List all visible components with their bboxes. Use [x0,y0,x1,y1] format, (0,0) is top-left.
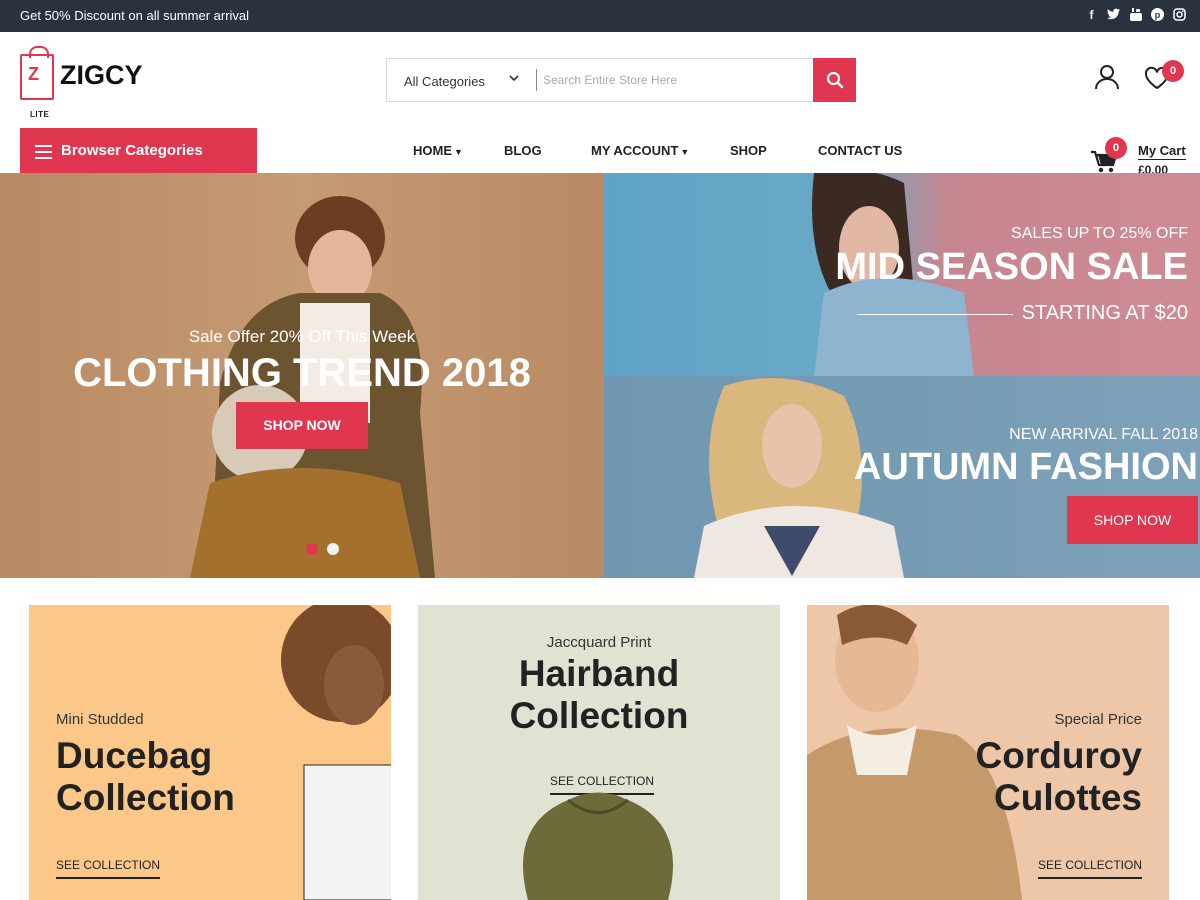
collection-title-line2: Collection [509,695,689,736]
nav-item-home[interactable]: HOME ▼ [413,143,463,158]
collection-title-line2: Collection [56,777,235,818]
nav-item-my-account[interactable]: MY ACCOUNT ▼ [591,143,689,158]
collection-model-image [281,605,391,900]
shopping-bag-logo-icon: Z [20,46,54,100]
promo-title: MID SEASON SALE [835,246,1188,288]
promo-tagline: STARTING AT $20 [1021,302,1188,324]
promo-divider [857,314,1013,315]
hamburger-menu-icon [35,145,52,163]
see-collection-link[interactable]: SEE COLLECTION [1037,858,1142,879]
search-button[interactable] [813,58,856,102]
collection-title: Ducebag Collection [56,735,235,819]
instagram-icon[interactable] [1173,8,1186,22]
see-collection-link[interactable]: SEE COLLECTION [56,858,161,879]
collection-card-hairband[interactable]: Jaccquard Print Hairband Collection SEE … [418,605,780,900]
nav-item-shop[interactable]: SHOP [730,143,767,158]
collection-title-line2: Culottes [994,777,1142,818]
browse-categories-button[interactable]: Browser Categories [20,128,257,173]
nav-item-contact-us[interactable]: CONTACT US [818,143,902,158]
promo-banner-autumn-fashion: NEW ARRIVAL FALL 2018 AUTUMN FASHION SHO… [604,376,1200,578]
main-navigation: Browser Categories HOME ▼ BLOG MY ACCOUNT… [0,128,1200,177]
wishlist-count-badge: 0 [1162,60,1184,82]
twitter-icon[interactable] [1107,8,1120,22]
pinterest-icon[interactable]: p [1151,8,1164,22]
collection-title: Hairband Collection [418,653,780,737]
browse-categories-label: Browser Categories [61,142,203,159]
logo-sub: LITE [30,110,50,119]
collection-title: Corduroy Culottes [976,735,1143,819]
social-links: f p [1085,8,1186,22]
nav-item-label: CONTACT US [818,143,903,158]
collection-pre: Special Price [1054,711,1142,728]
promo-small-text: NEW ARRIVAL FALL 2018 [1009,426,1198,443]
promo-banner-mid-season[interactable]: SALES UP TO 25% OFF MID SEASON SALE STAR… [604,173,1200,376]
search-icon [826,71,844,89]
nav-item-label: MY ACCOUNT [591,143,679,158]
chevron-down-icon: ▼ [454,147,463,157]
search-divider [536,69,537,91]
hero-shop-now-button[interactable]: SHOP NOW [236,402,368,449]
promo-title: AUTUMN FASHION [853,446,1198,488]
hero-title: CLOTHING TREND 2018 [73,351,531,395]
mini-cart[interactable]: 0 My Cart £0.00 [1088,137,1198,178]
cart-label: My Cart [1138,143,1186,160]
search-input[interactable] [543,69,793,91]
promo-small-text: SALES UP TO 25% OFF [1011,225,1188,242]
svg-text:p: p [1155,10,1161,20]
collection-pre: Mini Studded [56,711,144,728]
slider-dot[interactable] [327,543,339,555]
slider-dot-active[interactable] [306,543,318,555]
collection-title-line1: Ducebag [56,735,213,776]
nav-item-blog[interactable]: BLOG [504,143,542,158]
collection-title-line1: Corduroy [975,735,1143,776]
category-select[interactable]: All Categories [387,59,537,101]
collection-pre: Jaccquard Print [546,634,652,651]
chevron-down-icon: ▼ [680,147,690,157]
category-select-value: All Categories [404,74,485,89]
slider-dots [306,542,348,560]
nav-item-label: SHOP [730,143,767,158]
nav-item-label: BLOG [504,143,542,158]
promo-shop-now-button[interactable]: SHOP NOW [1067,496,1198,544]
backpack-image [523,792,673,900]
user-account-icon[interactable] [1094,64,1120,95]
search-bar: All Categories [386,58,856,102]
chevron-down-icon [509,71,519,85]
collection-title-line1: Hairband [518,653,680,694]
nav-item-label: HOME [413,143,452,158]
collection-card-corduroy[interactable]: Special Price Corduroy Culottes SEE COLL… [807,605,1169,900]
cart-count-badge: 0 [1105,137,1127,159]
promo-text: Get 50% Discount on all summer arrival [20,8,250,23]
facebook-icon[interactable]: f [1085,8,1098,22]
hero-slider: Sale Offer 20% Off This Week CLOTHING TR… [0,173,604,578]
youtube-icon[interactable] [1129,8,1142,22]
site-header: Z LITE ZIGCY All Categories 0 [0,32,1200,128]
logo-name: ZIGCY [60,60,143,90]
site-logo[interactable]: Z LITE ZIGCY [20,46,160,119]
hero-subtitle: Sale Offer 20% Off This Week [188,327,416,346]
collection-card-ducebag[interactable]: Mini Studded Ducebag Collection SEE COLL… [29,605,391,900]
top-announcement-bar: Get 50% Discount on all summer arrival f… [0,0,1200,32]
